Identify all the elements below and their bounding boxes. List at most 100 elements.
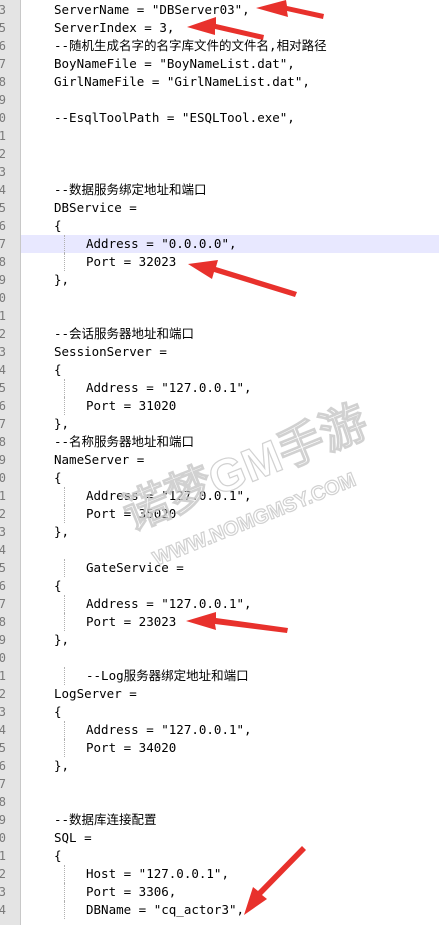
code-line[interactable]: Port = 35020 bbox=[21, 505, 439, 523]
code-line[interactable]: --数据服务绑定地址和端口 bbox=[21, 181, 439, 199]
code-text: Address = "127.0.0.1", bbox=[86, 596, 252, 611]
code-text: Port = 34020 bbox=[86, 740, 177, 755]
code-line[interactable]: --Log服务器绑定地址和端口 bbox=[21, 667, 439, 685]
code-line[interactable]: Address = "127.0.0.1", bbox=[21, 721, 439, 739]
code-text: DBService = bbox=[54, 200, 137, 215]
line-number: 6 bbox=[0, 579, 6, 593]
indent-guide bbox=[64, 379, 65, 397]
code-line[interactable]: ServerIndex = 3, bbox=[21, 19, 439, 37]
indent-guide bbox=[64, 595, 65, 613]
line-number: 8 bbox=[0, 435, 6, 449]
code-line[interactable] bbox=[21, 775, 439, 793]
code-line[interactable]: }, bbox=[21, 271, 439, 289]
indent-guide bbox=[64, 253, 65, 271]
code-line[interactable]: LogServer = bbox=[21, 685, 439, 703]
code-line[interactable]: { bbox=[21, 847, 439, 865]
code-line[interactable] bbox=[21, 541, 439, 559]
code-editor[interactable]: ServerName = "DBServer03", ServerIndex = … bbox=[21, 0, 439, 925]
code-text: --EsqlToolPath = "ESQLTool.exe", bbox=[54, 110, 295, 125]
current-code-line[interactable]: Address = "0.0.0.0", bbox=[21, 235, 439, 253]
code-line[interactable] bbox=[21, 649, 439, 667]
code-text: Address = "0.0.0.0", bbox=[86, 236, 237, 251]
code-text: ServerName = "DBServer03", bbox=[54, 2, 250, 17]
code-line[interactable]: Address = "127.0.0.1", bbox=[21, 487, 439, 505]
code-line[interactable]: --名称服务器地址和端口 bbox=[21, 433, 439, 451]
code-line[interactable] bbox=[21, 145, 439, 163]
code-line[interactable]: --会话服务器地址和端口 bbox=[21, 325, 439, 343]
line-number: 7 bbox=[0, 417, 6, 431]
code-line[interactable]: GirlNameFile = "GirlNameList.dat", bbox=[21, 73, 439, 91]
code-line[interactable]: { bbox=[21, 217, 439, 235]
code-line[interactable]: Host = "127.0.0.1", bbox=[21, 865, 439, 883]
code-line[interactable]: Address = "127.0.0.1", bbox=[21, 379, 439, 397]
line-number: 8 bbox=[0, 795, 6, 809]
line-number: 9 bbox=[0, 273, 6, 287]
code-text: Host = "127.0.0.1", bbox=[86, 866, 229, 881]
code-text: Address = "127.0.0.1", bbox=[86, 380, 252, 395]
line-number: 3 bbox=[0, 3, 6, 17]
code-line[interactable] bbox=[21, 163, 439, 181]
indent-guide bbox=[64, 901, 65, 919]
code-line[interactable] bbox=[21, 91, 439, 109]
code-line[interactable]: --EsqlToolPath = "ESQLTool.exe", bbox=[21, 109, 439, 127]
code-text: SessionServer = bbox=[54, 344, 167, 359]
code-line[interactable]: BoyNameFile = "BoyNameList.dat", bbox=[21, 55, 439, 73]
code-line[interactable]: }, bbox=[21, 757, 439, 775]
code-text: { bbox=[54, 362, 62, 377]
indent-guide bbox=[64, 865, 65, 883]
line-number: 9 bbox=[0, 93, 6, 107]
indent-guide bbox=[64, 487, 65, 505]
code-line[interactable]: Port = 32023 bbox=[21, 253, 439, 271]
line-number: 1 bbox=[0, 489, 6, 503]
line-number: 0 bbox=[0, 471, 6, 485]
code-line[interactable]: SessionServer = bbox=[21, 343, 439, 361]
code-text: }, bbox=[54, 272, 70, 287]
code-line[interactable]: }, bbox=[21, 415, 439, 433]
code-line[interactable]: Port = 31020 bbox=[21, 397, 439, 415]
code-line[interactable] bbox=[21, 289, 439, 307]
line-number: 4 bbox=[0, 723, 6, 737]
code-text: Address = "127.0.0.1", bbox=[86, 722, 252, 737]
code-line[interactable]: Port = 34020 bbox=[21, 739, 439, 757]
code-line[interactable]: { bbox=[21, 469, 439, 487]
line-number-gutter: 3 5 6 7 8 9 0 1 2 3 4 5 6 7 8 9 0 1 2 3 4 5 6 7 8 9 0 1 2 3 4 5 6 7 8 9 0 1 2 3… bbox=[0, 0, 21, 925]
code-line[interactable]: Port = 3306, bbox=[21, 883, 439, 901]
code-line[interactable]: }, bbox=[21, 631, 439, 649]
indent-guide bbox=[64, 559, 65, 577]
line-number: 7 bbox=[0, 237, 6, 251]
line-number: 5 bbox=[0, 381, 6, 395]
line-number: 2 bbox=[0, 507, 6, 521]
line-number: 0 bbox=[0, 651, 6, 665]
code-line[interactable]: DBService = bbox=[21, 199, 439, 217]
line-number: 4 bbox=[0, 903, 6, 917]
code-line[interactable]: Port = 23023 bbox=[21, 613, 439, 631]
code-line[interactable]: Address = "127.0.0.1", bbox=[21, 595, 439, 613]
code-text: --数据库连接配置 bbox=[54, 812, 157, 827]
code-text: Address = "127.0.0.1", bbox=[86, 488, 252, 503]
line-number: 3 bbox=[0, 165, 6, 179]
code-line[interactable]: { bbox=[21, 577, 439, 595]
code-line[interactable]: GateService = bbox=[21, 559, 439, 577]
code-line[interactable]: --数据库连接配置 bbox=[21, 811, 439, 829]
line-number: 1 bbox=[0, 669, 6, 683]
code-line[interactable]: SQL = bbox=[21, 829, 439, 847]
code-line[interactable] bbox=[21, 127, 439, 145]
code-line[interactable] bbox=[21, 793, 439, 811]
line-number: 4 bbox=[0, 543, 6, 557]
code-text: Port = 32023 bbox=[86, 254, 177, 269]
code-line[interactable]: DBName = "cq_actor3", bbox=[21, 901, 439, 919]
code-text: DBName = "cq_actor3", bbox=[86, 902, 245, 917]
code-text: SQL = bbox=[54, 830, 92, 845]
indent-guide bbox=[64, 721, 65, 739]
code-line[interactable]: }, bbox=[21, 523, 439, 541]
code-line[interactable]: { bbox=[21, 361, 439, 379]
code-line[interactable] bbox=[21, 307, 439, 325]
indent-guide bbox=[64, 505, 65, 523]
code-line[interactable]: --随机生成名字的名字库文件的文件名,相对路径 bbox=[21, 37, 439, 55]
code-text: }, bbox=[54, 416, 70, 431]
code-text: { bbox=[54, 218, 62, 233]
code-line[interactable]: { bbox=[21, 703, 439, 721]
code-line[interactable]: NameServer = bbox=[21, 451, 439, 469]
line-number: 0 bbox=[0, 111, 6, 125]
code-line[interactable]: ServerName = "DBServer03", bbox=[21, 1, 439, 19]
